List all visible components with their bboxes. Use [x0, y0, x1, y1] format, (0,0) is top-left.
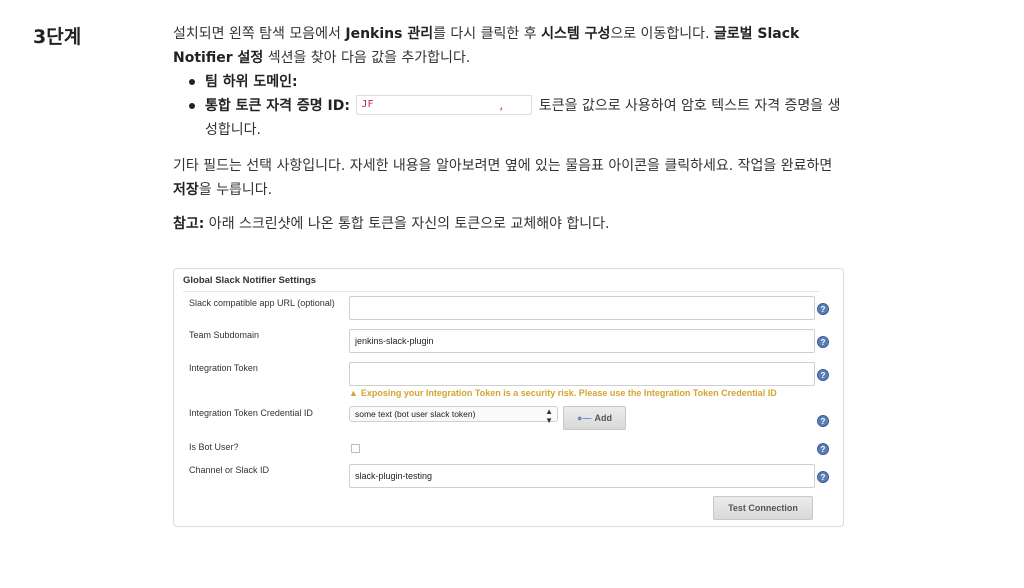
- token-code-mark: ,: [498, 100, 505, 112]
- step-heading: 3단계: [33, 26, 82, 48]
- add-credential-button[interactable]: ●— Add: [563, 406, 626, 430]
- credential-selected-value: some text (bot user slack token): [355, 409, 476, 419]
- slack-settings-screenshot: Global Slack Notifier Settings Slack com…: [173, 268, 844, 527]
- channel-label: Channel or Slack ID: [189, 465, 270, 475]
- select-arrows-icon: ▲ ▼: [545, 407, 553, 425]
- add-button-label: Add: [594, 413, 612, 423]
- intro-paragraph: 설치되면 왼쪽 탐색 모음에서 Jenkins 관리를 다시 클릭한 후 시스템…: [173, 22, 843, 70]
- bot-user-label: Is Bot User?: [189, 442, 239, 452]
- help-icon[interactable]: ?: [817, 369, 829, 381]
- token-bullet-label: 통합 토큰 자격 증명 ID:: [205, 98, 350, 114]
- help-icon[interactable]: ?: [817, 336, 829, 348]
- key-icon: ●—: [577, 413, 592, 423]
- subdomain-bullet-label: 팀 하위 도메인:: [205, 74, 298, 90]
- credential-select[interactable]: some text (bot user slack token) ▲ ▼: [349, 406, 558, 425]
- intro-text: 섹션을 찾아 다음 값을 추가합니다.: [263, 50, 471, 66]
- help-icon[interactable]: ?: [817, 471, 829, 483]
- channel-input[interactable]: slack-plugin-testing: [349, 464, 815, 488]
- token-warning: ▲ Exposing your Integration Token is a se…: [349, 388, 777, 398]
- configure-system-term: 시스템 구성: [541, 26, 611, 42]
- help-icon[interactable]: ?: [817, 443, 829, 455]
- subdomain-label: Team Subdomain: [189, 330, 260, 340]
- note-paragraph: 참고: 아래 스크린샷에 나온 통합 토큰을 자신의 토큰으로 교체해야 합니다…: [173, 212, 843, 236]
- test-connection-button[interactable]: Test Connection: [713, 496, 813, 520]
- note-text: 아래 스크린샷에 나온 통합 토큰을 자신의 토큰으로 교체해야 합니다.: [204, 216, 610, 232]
- save-term: 저장: [173, 182, 199, 198]
- help-icon[interactable]: ?: [817, 415, 829, 427]
- token-code-text: JF: [361, 98, 374, 110]
- optional-fields-paragraph: 기타 필드는 선택 사항입니다. 자세한 내용을 알아보려면 옆에 있는 물음표…: [173, 154, 843, 202]
- warning-text: Exposing your Integration Token is a sec…: [360, 388, 777, 398]
- warning-icon: ▲: [349, 388, 358, 398]
- divider: [183, 291, 819, 292]
- url-input[interactable]: [349, 296, 815, 320]
- intro-text: 를 다시 클릭한 후: [433, 26, 542, 42]
- token-input[interactable]: [349, 362, 815, 386]
- value-list: 팀 하위 도메인: 통합 토큰 자격 증명 ID: JF, 토큰을 값으로 사용…: [189, 70, 843, 142]
- manage-jenkins-term: Jenkins 관리: [345, 26, 434, 42]
- token-code: JF,: [356, 94, 533, 115]
- para-text: 기타 필드는 선택 사항입니다. 자세한 내용을 알아보려면 옆에 있는 물음표…: [173, 158, 833, 174]
- para-text: 을 누릅니다.: [198, 182, 273, 198]
- credential-label: Integration Token Credential ID: [189, 408, 313, 418]
- subdomain-input[interactable]: jenkins-slack-plugin: [349, 329, 815, 353]
- list-item: 통합 토큰 자격 증명 ID: JF, 토큰을 값으로 사용하여 암호 텍스트 …: [189, 94, 843, 142]
- note-label: 참고:: [173, 216, 205, 232]
- intro-text: 으로 이동합니다.: [610, 26, 714, 42]
- list-item: 팀 하위 도메인:: [189, 70, 843, 94]
- token-label: Integration Token: [189, 363, 258, 373]
- url-label: Slack compatible app URL (optional): [189, 298, 335, 308]
- help-icon[interactable]: ?: [817, 303, 829, 315]
- instructions: 설치되면 왼쪽 탐색 모음에서 Jenkins 관리를 다시 클릭한 후 시스템…: [173, 22, 843, 236]
- intro-text: 설치되면 왼쪽 탐색 모음에서: [173, 26, 346, 42]
- panel-title: Global Slack Notifier Settings: [183, 275, 317, 286]
- bot-user-checkbox[interactable]: [351, 444, 360, 453]
